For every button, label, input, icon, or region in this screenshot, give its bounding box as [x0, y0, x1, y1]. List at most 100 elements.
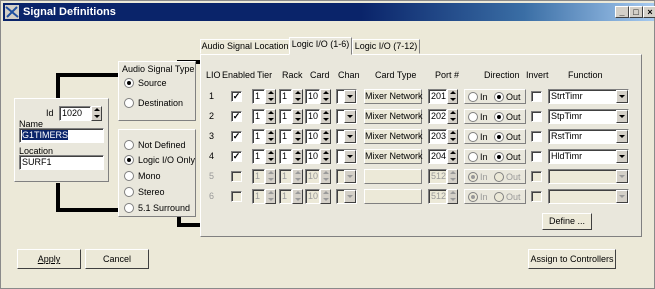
- minimize-icon[interactable]: _: [615, 6, 629, 18]
- invert-checkbox[interactable]: [531, 91, 542, 102]
- close-icon[interactable]: ×: [643, 6, 655, 18]
- function-dropdown[interactable]: HldTimr: [548, 149, 629, 164]
- invert-checkbox[interactable]: [531, 151, 542, 162]
- function-dropdown[interactable]: RstTimr: [548, 129, 629, 144]
- tier-field[interactable]: 1: [252, 109, 265, 124]
- surround-radio[interactable]: [124, 203, 134, 213]
- invert-checkbox[interactable]: [531, 131, 542, 142]
- chevron-down-icon[interactable]: [344, 130, 356, 143]
- chevron-down-icon[interactable]: [616, 190, 628, 203]
- card-type-button[interactable]: [364, 169, 422, 184]
- card-spinner[interactable]: [320, 169, 331, 184]
- direction-in-radio[interactable]: [468, 172, 478, 182]
- direction-in-radio[interactable]: [468, 192, 478, 202]
- tier-spinner[interactable]: [265, 169, 276, 184]
- card-field[interactable]: 10: [305, 169, 320, 184]
- port-field[interactable]: 203: [428, 129, 447, 144]
- maximize-icon[interactable]: □: [629, 6, 643, 18]
- tab-logic-io-1-6[interactable]: Logic I/O (1-6): [289, 37, 352, 55]
- direction-in-radio[interactable]: [468, 112, 478, 122]
- port-spinner[interactable]: [447, 169, 458, 184]
- card-field[interactable]: 10: [305, 129, 320, 144]
- chan-dropdown[interactable]: [336, 189, 357, 204]
- rack-field[interactable]: 1: [279, 189, 292, 204]
- chevron-down-icon[interactable]: [344, 90, 356, 103]
- chevron-down-icon[interactable]: [344, 190, 356, 203]
- tier-field[interactable]: 1: [252, 149, 265, 164]
- tier-spinner[interactable]: [265, 129, 276, 144]
- chan-dropdown[interactable]: [336, 89, 357, 104]
- rack-spinner[interactable]: [292, 149, 303, 164]
- tier-field[interactable]: 1: [252, 189, 265, 204]
- card-field[interactable]: 10: [305, 149, 320, 164]
- direction-out-radio[interactable]: [494, 192, 504, 202]
- card-field[interactable]: 10: [305, 89, 320, 104]
- rack-spinner[interactable]: [292, 89, 303, 104]
- direction-out-radio[interactable]: [494, 112, 504, 122]
- tier-field[interactable]: 1: [252, 89, 265, 104]
- port-spinner[interactable]: [447, 149, 458, 164]
- direction-out-radio[interactable]: [494, 92, 504, 102]
- card-type-button[interactable]: Mixer Network: [364, 109, 423, 124]
- name-field[interactable]: G1TIMERS: [19, 128, 104, 143]
- tier-field[interactable]: 1: [252, 129, 265, 144]
- card-spinner[interactable]: [320, 89, 331, 104]
- enabled-checkbox[interactable]: ✓: [231, 111, 242, 122]
- chevron-down-icon[interactable]: [344, 110, 356, 123]
- rack-field[interactable]: 1: [279, 109, 292, 124]
- cancel-button[interactable]: Cancel: [85, 249, 149, 269]
- rack-spinner[interactable]: [292, 109, 303, 124]
- chan-dropdown[interactable]: [336, 149, 357, 164]
- invert-checkbox[interactable]: [531, 191, 542, 202]
- enabled-checkbox[interactable]: [231, 171, 242, 182]
- card-type-button[interactable]: Mixer Network: [364, 129, 423, 144]
- port-spinner[interactable]: [447, 129, 458, 144]
- tab-audio-signal-location[interactable]: Audio Signal Location: [200, 39, 290, 54]
- enabled-checkbox[interactable]: ✓: [231, 91, 242, 102]
- rack-spinner[interactable]: [292, 169, 303, 184]
- direction-out-radio[interactable]: [494, 152, 504, 162]
- location-field[interactable]: SURF1: [19, 155, 104, 170]
- chevron-down-icon[interactable]: [616, 90, 628, 103]
- chevron-down-icon[interactable]: [344, 170, 356, 183]
- card-type-button[interactable]: Mixer Network: [364, 149, 423, 164]
- apply-button[interactable]: Apply: [17, 249, 81, 269]
- direction-in-radio[interactable]: [468, 92, 478, 102]
- enabled-checkbox[interactable]: ✓: [231, 151, 242, 162]
- rack-field[interactable]: 1: [279, 149, 292, 164]
- invert-checkbox[interactable]: [531, 111, 542, 122]
- card-spinner[interactable]: [320, 109, 331, 124]
- chevron-down-icon[interactable]: [616, 130, 628, 143]
- direction-out-radio[interactable]: [494, 172, 504, 182]
- rack-spinner[interactable]: [292, 189, 303, 204]
- port-spinner[interactable]: [447, 109, 458, 124]
- rack-spinner[interactable]: [292, 129, 303, 144]
- rack-field[interactable]: 1: [279, 89, 292, 104]
- enabled-checkbox[interactable]: ✓: [231, 131, 242, 142]
- define-button[interactable]: Define ...: [542, 213, 592, 230]
- card-spinner[interactable]: [320, 189, 331, 204]
- function-dropdown[interactable]: [548, 169, 629, 184]
- assign-to-controllers-button[interactable]: Assign to Controllers: [528, 249, 616, 269]
- enabled-checkbox[interactable]: [231, 191, 242, 202]
- port-spinner[interactable]: [447, 189, 458, 204]
- chan-dropdown[interactable]: [336, 169, 357, 184]
- logic-io-only-radio[interactable]: [124, 155, 134, 165]
- tier-spinner[interactable]: [265, 109, 276, 124]
- function-dropdown[interactable]: StpTimr: [548, 109, 629, 124]
- id-spinner[interactable]: [91, 106, 102, 121]
- port-field[interactable]: 202: [428, 109, 447, 124]
- card-field[interactable]: 10: [305, 109, 320, 124]
- mono-radio[interactable]: [124, 171, 134, 181]
- card-spinner[interactable]: [320, 149, 331, 164]
- id-field[interactable]: 1020: [59, 106, 91, 121]
- tier-field[interactable]: 1: [252, 169, 265, 184]
- card-field[interactable]: 10: [305, 189, 320, 204]
- stereo-radio[interactable]: [124, 187, 134, 197]
- tier-spinner[interactable]: [265, 89, 276, 104]
- direction-out-radio[interactable]: [494, 132, 504, 142]
- chevron-down-icon[interactable]: [616, 150, 628, 163]
- invert-checkbox[interactable]: [531, 171, 542, 182]
- tab-logic-io-7-12[interactable]: Logic I/O (7-12): [352, 39, 420, 54]
- port-field[interactable]: 204: [428, 149, 447, 164]
